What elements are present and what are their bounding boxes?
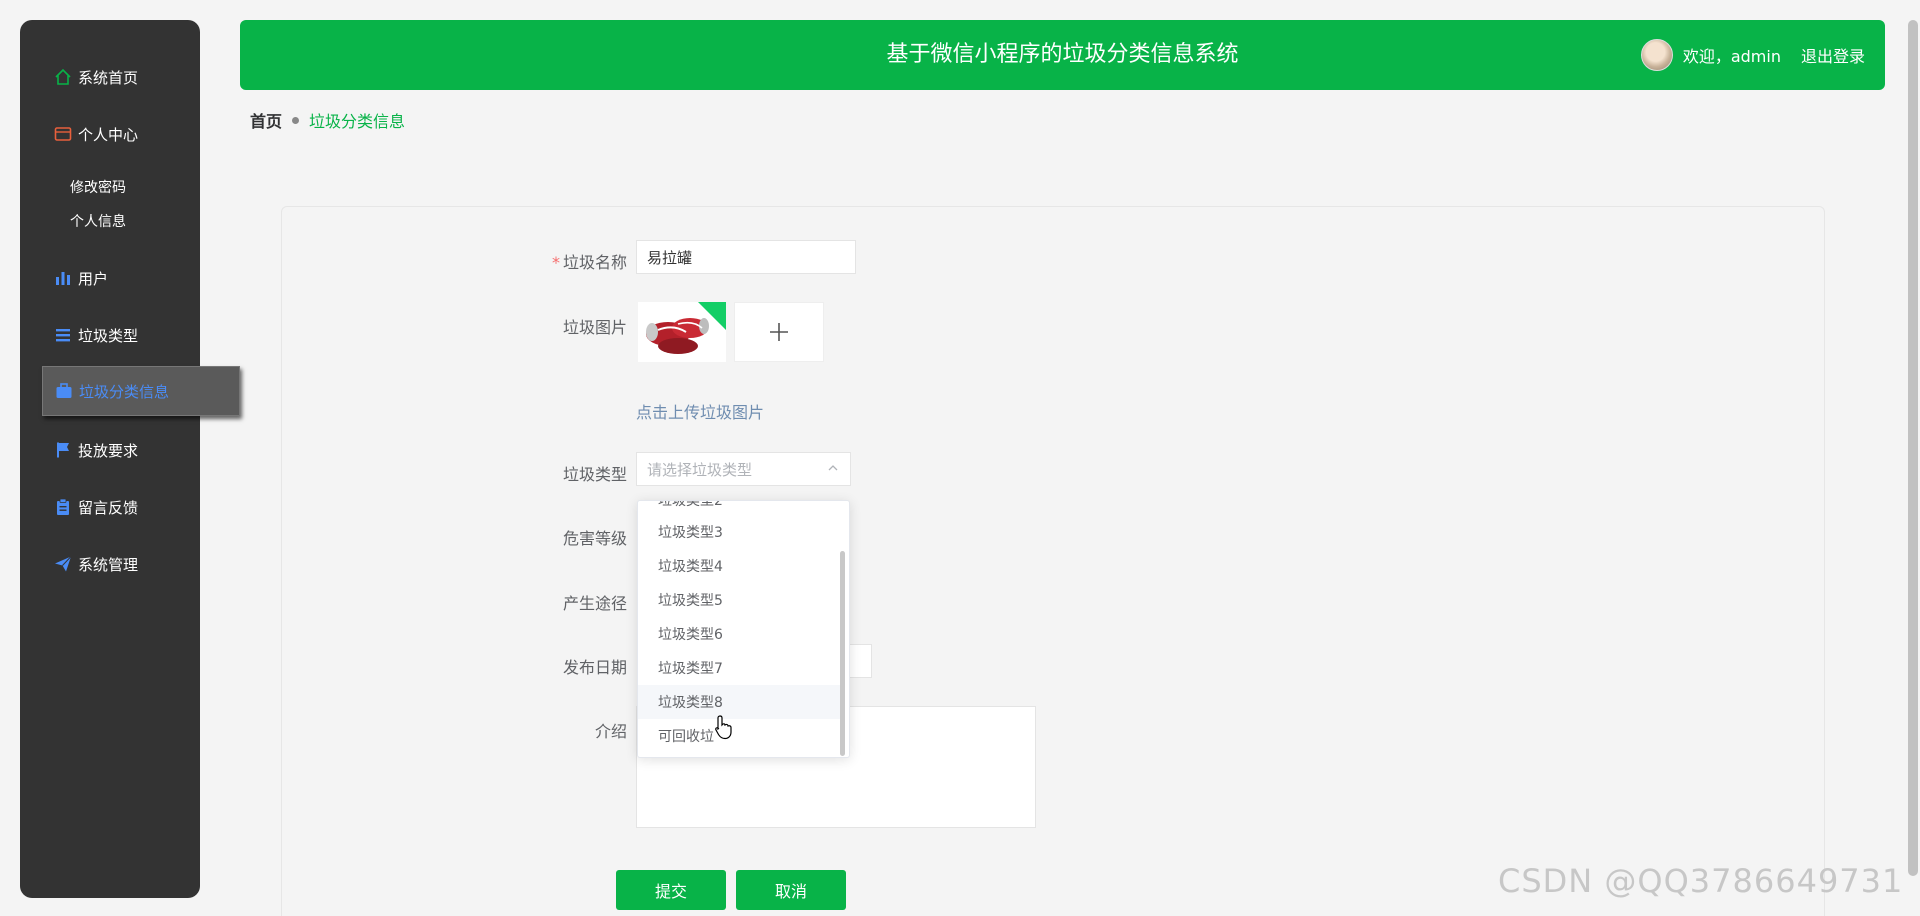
type-select[interactable]: 请选择垃圾类型	[636, 452, 851, 486]
dropdown-option[interactable]: 可回收垃	[638, 719, 842, 753]
app-title: 基于微信小程序的垃圾分类信息系统	[886, 42, 1239, 67]
type-dropdown: 垃圾类型2 垃圾类型3 垃圾类型4 垃圾类型5 垃圾类型6 垃圾类型7 垃圾类型…	[637, 500, 850, 758]
sidebar-item-personal-center[interactable]: 个人中心	[20, 114, 200, 154]
uploaded-image[interactable]	[638, 302, 726, 362]
upload-hint: 点击上传垃圾图片	[636, 403, 765, 422]
sidebar-item-users[interactable]: 用户	[20, 258, 200, 298]
sidebar-item-label: 系统首页	[78, 68, 139, 87]
name-label-text: 垃圾名称	[562, 253, 627, 272]
paper-plane-icon	[54, 555, 72, 573]
briefcase-icon	[55, 382, 73, 400]
uploaded-corner-badge	[698, 302, 726, 330]
dropdown-scrollbar[interactable]	[840, 551, 845, 756]
sidebar-item-label: 个人中心	[78, 125, 139, 144]
sidebar-item-garbage-info[interactable]: 垃圾分类信息	[42, 366, 240, 416]
sidebar-item-disposal-requirements[interactable]: 投放要求	[20, 430, 200, 470]
bar-chart-icon	[54, 269, 72, 287]
breadcrumb-separator	[292, 116, 300, 124]
dropdown-option[interactable]: 垃圾类型6	[638, 617, 842, 651]
dropdown-option[interactable]: 垃圾类型7	[638, 651, 842, 685]
page-scrollbar[interactable]	[1908, 20, 1918, 876]
date-label: 发布日期	[562, 658, 627, 677]
sidebar-item-home[interactable]: 系统首页	[20, 57, 200, 97]
flag-icon	[54, 441, 72, 459]
sidebar-item-label: 垃圾分类信息	[79, 382, 170, 401]
date-input-edge[interactable]	[848, 644, 872, 678]
dropdown-option-hovered[interactable]: 垃圾类型8	[638, 685, 842, 719]
sidebar-item-label: 垃圾类型	[78, 326, 139, 345]
required-mark: *	[551, 253, 560, 272]
user-area: 欢迎，admin 退出登录	[1640, 20, 1865, 90]
welcome-text: 欢迎，admin	[1682, 47, 1781, 66]
type-label: 垃圾类型	[562, 465, 627, 484]
sidebar-item-feedback[interactable]: 留言反馈	[20, 487, 200, 527]
wallet-icon	[54, 125, 72, 143]
sidebar-item-label: 用户	[78, 269, 109, 288]
home-icon	[54, 68, 72, 86]
upload-add-button[interactable]	[734, 302, 824, 362]
submit-button[interactable]: 提交	[616, 870, 726, 910]
intro-label: 介绍	[594, 722, 627, 741]
list-icon	[54, 326, 72, 344]
type-select-placeholder: 请选择垃圾类型	[647, 460, 753, 479]
sidebar-subitem-change-password[interactable]: 修改密码	[70, 177, 126, 197]
sidebar: 系统首页 个人中心 修改密码 个人信息 用户 垃圾类型 垃圾分类信息 投放要求	[20, 20, 240, 898]
breadcrumb: 首页 垃圾分类信息	[250, 108, 405, 132]
clipboard-icon	[54, 498, 72, 516]
sidebar-subitem-personal-info[interactable]: 个人信息	[70, 211, 126, 231]
form-card	[281, 206, 1825, 916]
sidebar-item-garbage-type[interactable]: 垃圾类型	[20, 315, 200, 355]
breadcrumb-current: 垃圾分类信息	[309, 112, 406, 131]
sidebar-item-label: 投放要求	[78, 441, 139, 460]
sidebar-item-system-management[interactable]: 系统管理	[20, 544, 200, 584]
dropdown-option[interactable]: 垃圾类型3	[638, 515, 842, 549]
hand-cursor-icon	[715, 715, 732, 740]
cancel-button[interactable]: 取消	[736, 870, 846, 910]
avatar[interactable]	[1640, 39, 1673, 71]
dropdown-option[interactable]: 垃圾类型4	[638, 549, 842, 583]
name-input[interactable]: 易拉罐	[636, 240, 856, 274]
hazard-label: 危害等级	[562, 529, 627, 548]
breadcrumb-home[interactable]: 首页	[250, 108, 282, 132]
top-header: 基于微信小程序的垃圾分类信息系统 欢迎，admin 退出登录	[240, 20, 1885, 90]
source-label: 产生途径	[562, 594, 627, 613]
plus-icon	[770, 323, 788, 341]
watermark: CSDN @QQ3786649731	[1498, 862, 1904, 900]
logout-button[interactable]: 退出登录	[1801, 43, 1865, 67]
sidebar-item-label: 留言反馈	[78, 498, 139, 517]
image-label: 垃圾图片	[562, 318, 627, 337]
name-label: * 垃圾名称	[507, 249, 627, 273]
dropdown-option[interactable]: 垃圾类型5	[638, 583, 842, 617]
chevron-up-icon	[828, 465, 838, 471]
sidebar-item-label: 系统管理	[78, 555, 139, 574]
